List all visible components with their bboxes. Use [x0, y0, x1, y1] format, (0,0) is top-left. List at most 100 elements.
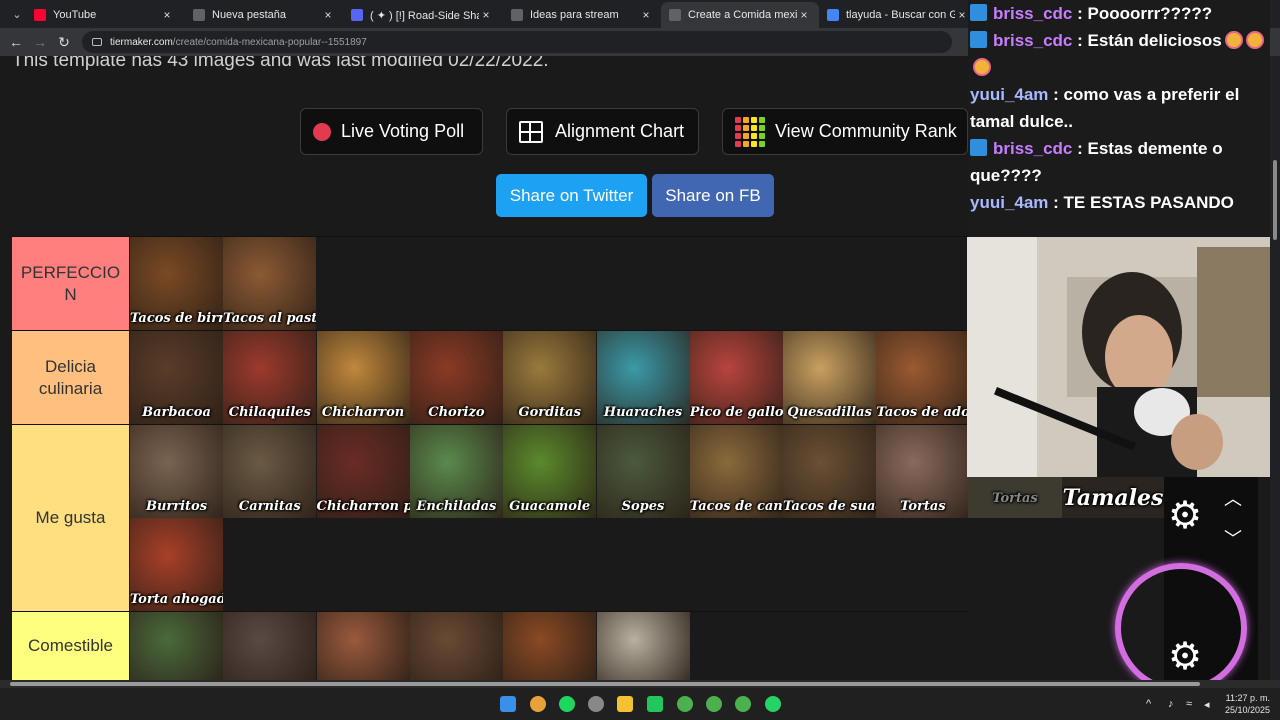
- chat-message: yuui_4am : como vas a preferir el tamal …: [970, 81, 1264, 135]
- chrome-profile-icon[interactable]: [735, 696, 751, 712]
- chat-message: yuui_4am : TE ESTAS PASANDO: [970, 189, 1264, 216]
- folder-icon[interactable]: [617, 696, 633, 712]
- start-icon[interactable]: [500, 696, 516, 712]
- tier-item[interactable]: Tacos al pastor: [223, 237, 317, 330]
- browser-tab[interactable]: Nueva pestaña ×: [185, 2, 343, 28]
- tier-label[interactable]: Me gusta: [12, 425, 129, 611]
- tab-favicon-icon: [34, 9, 46, 21]
- reload-icon[interactable]: ↻: [52, 34, 76, 51]
- tier-label[interactable]: PERFECCIO N: [12, 237, 129, 330]
- clock-date: 25/10/2025: [1224, 705, 1270, 715]
- tier-item[interactable]: Tacos de canasta: [689, 425, 783, 518]
- rank-grid-cell: [751, 124, 757, 131]
- emote-icon: [1245, 31, 1264, 49]
- webcam-image: [967, 237, 1270, 477]
- tier-item[interactable]: Torta ahogada: [130, 518, 223, 611]
- alignment-chart-button[interactable]: Alignment Chart: [506, 108, 699, 155]
- tier-item-label: Enchiladas: [416, 499, 497, 514]
- chat-username[interactable]: briss_cdc: [993, 31, 1072, 50]
- live-voting-poll-button[interactable]: Live Voting Poll: [300, 108, 483, 155]
- tier-item[interactable]: [223, 612, 317, 680]
- tier-item-label: Pico de gallo: [689, 405, 783, 420]
- tier-item[interactable]: Enchiladas: [409, 425, 503, 518]
- close-tab-icon[interactable]: ×: [321, 8, 335, 22]
- share-fb-label: Share on FB: [665, 185, 761, 205]
- view-community-rank-button[interactable]: View Community Rank: [722, 108, 968, 155]
- tier-item[interactable]: [316, 612, 410, 680]
- tier-item-label: Chicharron: [321, 405, 405, 420]
- chevron-up-icon[interactable]: ︿: [1224, 485, 1242, 511]
- horizontal-scrollbar[interactable]: [0, 680, 1280, 688]
- chat-username[interactable]: briss_cdc: [993, 4, 1072, 23]
- tier-item[interactable]: Pico de gallo: [689, 331, 783, 424]
- tier-item[interactable]: Tacos de adobada: [876, 331, 968, 424]
- tier-item[interactable]: Quesadillas: [783, 331, 877, 424]
- back-arrow-icon[interactable]: ←: [4, 34, 28, 50]
- rank-grid-cell: [751, 140, 757, 147]
- tier-item[interactable]: Tortas: [876, 425, 968, 518]
- forward-arrow-icon[interactable]: →: [28, 34, 52, 50]
- close-tab-icon[interactable]: ×: [639, 8, 653, 22]
- chat-username[interactable]: yuui_4am: [970, 193, 1048, 212]
- address-bar[interactable]: tiermaker.com/create/comida-mexicana-pop…: [82, 31, 952, 53]
- close-tab-icon[interactable]: ×: [160, 8, 174, 22]
- browser-tab[interactable]: YouTube ×: [26, 2, 182, 28]
- wifi-icon[interactable]: ≈: [1186, 698, 1192, 710]
- scrollbar-thumb[interactable]: [10, 682, 1200, 686]
- tier-item[interactable]: Guacamole: [503, 425, 597, 518]
- tier-item[interactable]: Chorizo: [409, 331, 503, 424]
- gear-icon[interactable]: ⚙: [1168, 497, 1202, 535]
- app-icon[interactable]: [588, 696, 604, 712]
- stream-chat-overlay: briss_cdc : Poooorrr????? briss_cdc : Est…: [968, 0, 1270, 237]
- chevron-up-icon[interactable]: ^: [1146, 698, 1151, 710]
- tier-item[interactable]: Chilaquiles: [223, 331, 317, 424]
- chrome-profile-icon[interactable]: [677, 696, 693, 712]
- browser-tab[interactable]: tlayuda - Buscar con Google×: [819, 2, 977, 28]
- tier-item[interactable]: [130, 612, 223, 680]
- chat-username[interactable]: yuui_4am: [970, 85, 1048, 104]
- close-tab-icon[interactable]: ×: [955, 8, 969, 22]
- volume-icon[interactable]: ◂: [1204, 698, 1210, 711]
- tier-item[interactable]: [596, 612, 690, 680]
- chat-username[interactable]: briss_cdc: [993, 139, 1072, 158]
- browser-tab[interactable]: Ideas para stream ×: [503, 2, 661, 28]
- whatsapp-icon[interactable]: [765, 696, 781, 712]
- scrollbar-thumb[interactable]: [1273, 160, 1277, 240]
- tier-item[interactable]: Chicharron prensado: [316, 425, 410, 518]
- tier-item[interactable]: Tacos de birria: [130, 237, 223, 330]
- chrome-profile-icon[interactable]: [706, 696, 722, 712]
- tier-row: Delicia culinaria Barbacoa Chilaquiles Chic…: [12, 330, 968, 424]
- tier-item[interactable]: Chicharron: [316, 331, 410, 424]
- tier-item[interactable]: Tortas: [968, 476, 1062, 518]
- tier-label[interactable]: Delicia culinaria: [12, 331, 129, 424]
- tier-item[interactable]: [503, 612, 597, 680]
- tier-item[interactable]: Burritos: [130, 425, 223, 518]
- tier-item[interactable]: Sopes: [596, 425, 690, 518]
- microphone-icon[interactable]: ♪: [1168, 698, 1174, 710]
- system-clock[interactable]: 11:27 p. m. 25/10/2025: [1225, 692, 1270, 716]
- vertical-scrollbar[interactable]: [1270, 56, 1280, 680]
- url-text[interactable]: tiermaker.com/create/comida-mexicana-pop…: [110, 37, 367, 48]
- chrome-icon[interactable]: [530, 696, 546, 712]
- share-fb-button[interactable]: Share on FB: [652, 174, 774, 217]
- site-info-icon[interactable]: [92, 38, 102, 46]
- tier-item[interactable]: Huaraches: [596, 331, 690, 424]
- tier-item[interactable]: [409, 612, 503, 680]
- share-twitter-button[interactable]: Share on Twitter: [496, 174, 647, 217]
- tier-item[interactable]: Carnitas: [223, 425, 317, 518]
- tier-item[interactable]: Gorditas: [503, 331, 597, 424]
- tier-item[interactable]: Tacos de suadero: [783, 425, 877, 518]
- browser-tab[interactable]: Create a Comida mexicana (po×: [661, 2, 819, 28]
- close-tab-icon[interactable]: ×: [479, 8, 493, 22]
- chevron-down-icon[interactable]: ﹀: [1224, 525, 1242, 551]
- tier-item[interactable]: Tamales: [1062, 476, 1164, 518]
- spotify-icon[interactable]: [559, 696, 575, 712]
- subscriber-badge-icon: [970, 4, 987, 21]
- kick-icon[interactable]: [647, 696, 663, 712]
- close-tab-icon[interactable]: ×: [797, 8, 811, 22]
- tier-item[interactable]: Barbacoa: [130, 331, 223, 424]
- rank-grid-cell: [735, 116, 741, 123]
- tier-label[interactable]: Comestible: [12, 612, 129, 680]
- browser-tab[interactable]: ( ✦ ) [!] Road-Side Shawarma |×: [343, 2, 501, 28]
- tier-item-label: Chorizo: [428, 405, 485, 420]
